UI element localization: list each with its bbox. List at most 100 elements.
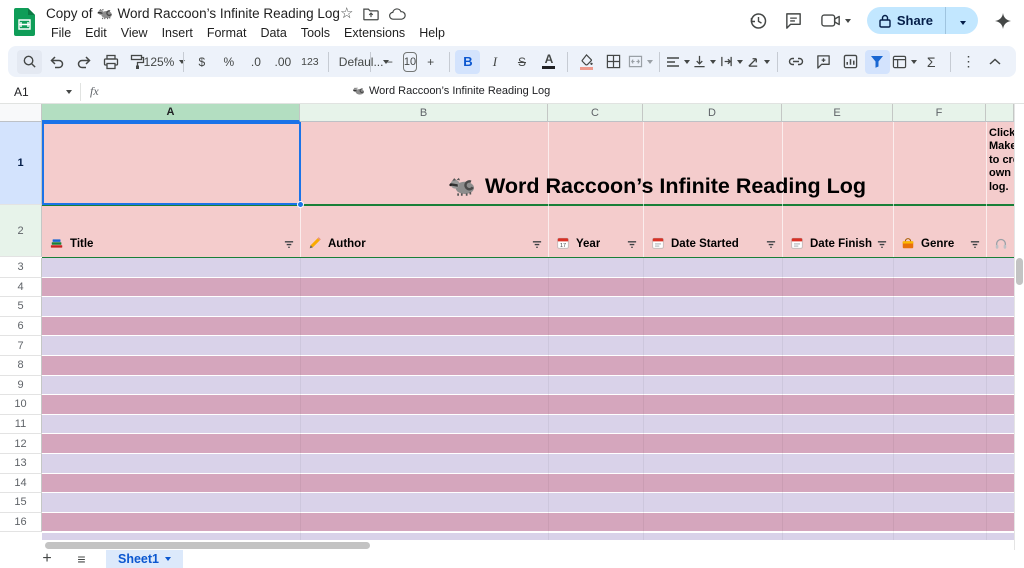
- redo-icon[interactable]: [71, 50, 96, 74]
- font-select[interactable]: Defaul...: [335, 50, 365, 74]
- insert-comment-icon[interactable]: [811, 50, 836, 74]
- row-header-8[interactable]: 8: [0, 356, 42, 376]
- row-header-15[interactable]: 15: [0, 493, 42, 513]
- data-row-4[interactable]: [42, 278, 1014, 297]
- all-sheets-icon[interactable]: ≡: [70, 551, 92, 567]
- header-cell-year[interactable]: 17Year: [548, 206, 643, 257]
- percent-button[interactable]: %: [216, 50, 241, 74]
- share-dropdown[interactable]: [952, 12, 974, 30]
- data-row-10[interactable]: [42, 395, 1014, 414]
- text-rotate-icon[interactable]: [746, 50, 771, 74]
- row-header-10[interactable]: 10: [0, 395, 42, 415]
- zoom-select[interactable]: 125%: [152, 50, 177, 74]
- gemini-sparkle-icon[interactable]: [992, 10, 1014, 32]
- text-wrap-icon[interactable]: [719, 50, 744, 74]
- sheet-tab-sheet1[interactable]: Sheet1: [106, 550, 183, 568]
- row-header-14[interactable]: 14: [0, 474, 42, 494]
- filter-views-icon[interactable]: [892, 50, 917, 74]
- column-header-D[interactable]: D: [643, 104, 782, 122]
- print-icon[interactable]: [98, 50, 123, 74]
- data-row-17-partial[interactable]: [42, 533, 1014, 540]
- move-folder-icon[interactable]: [363, 7, 379, 21]
- insert-chart-icon[interactable]: [838, 50, 863, 74]
- header-cell-fo[interactable]: Fo: [986, 206, 1014, 257]
- filter-button-icon[interactable]: [876, 239, 888, 250]
- header-cell-date-started[interactable]: Date Started: [643, 206, 782, 257]
- column-header-g[interactable]: [986, 104, 1014, 122]
- row-header-9[interactable]: 9: [0, 376, 42, 396]
- menu-insert[interactable]: Insert: [155, 24, 200, 42]
- cloud-saved-icon[interactable]: [389, 8, 406, 21]
- menu-view[interactable]: View: [114, 24, 155, 42]
- column-header-F[interactable]: F: [893, 104, 986, 122]
- data-row-3[interactable]: [42, 258, 1014, 277]
- increase-decimal-button[interactable]: .00: [270, 50, 295, 74]
- borders-icon[interactable]: [601, 50, 626, 74]
- row-header-2[interactable]: 2: [0, 205, 42, 257]
- decrease-font-size-button[interactable]: −: [377, 50, 402, 74]
- fill-color-icon[interactable]: [574, 50, 599, 74]
- column-header-E[interactable]: E: [782, 104, 893, 122]
- row-header-12[interactable]: 12: [0, 434, 42, 454]
- spreadsheet-grid[interactable]: ABCDEF 12345678910111213141516 Word Racc…: [0, 104, 1024, 550]
- column-header-A[interactable]: A: [42, 104, 300, 122]
- header-cell-genre[interactable]: Genre: [893, 206, 986, 257]
- font-size-input[interactable]: 10: [403, 52, 417, 72]
- currency-button[interactable]: $: [189, 50, 214, 74]
- menu-format[interactable]: Format: [200, 24, 254, 42]
- vertical-scrollbar-thumb[interactable]: [1016, 258, 1023, 285]
- column-header-B[interactable]: B: [300, 104, 548, 122]
- data-row-13[interactable]: [42, 454, 1014, 473]
- formula-bar-value[interactable]: Word Raccoon’s Infinite Reading Log: [352, 85, 550, 97]
- row-header-13[interactable]: 13: [0, 454, 42, 474]
- menu-extensions[interactable]: Extensions: [337, 24, 412, 42]
- functions-button[interactable]: Σ: [919, 50, 944, 74]
- menu-tools[interactable]: Tools: [294, 24, 337, 42]
- column-header-C[interactable]: C: [548, 104, 643, 122]
- menu-edit[interactable]: Edit: [78, 24, 114, 42]
- undo-icon[interactable]: [44, 50, 69, 74]
- filter-button-icon[interactable]: [765, 239, 777, 250]
- menu-help[interactable]: Help: [412, 24, 452, 42]
- header-cell-author[interactable]: Author: [300, 206, 548, 257]
- data-row-15[interactable]: [42, 493, 1014, 512]
- sheet-title-cell[interactable]: Word Raccoon’s Infinite Reading Log: [300, 170, 1014, 202]
- row-header-16[interactable]: 16: [0, 513, 42, 533]
- data-row-9[interactable]: [42, 376, 1014, 395]
- search-icon[interactable]: [17, 50, 42, 74]
- row-header-6[interactable]: 6: [0, 317, 42, 337]
- menu-data[interactable]: Data: [253, 24, 293, 42]
- data-row-11[interactable]: [42, 415, 1014, 434]
- data-row-5[interactable]: [42, 297, 1014, 316]
- filter-button-icon[interactable]: [626, 239, 638, 250]
- history-icon[interactable]: [747, 10, 769, 32]
- data-row-14[interactable]: [42, 474, 1014, 493]
- filter-button-icon[interactable]: [283, 239, 295, 250]
- row-header-1[interactable]: 1: [0, 122, 42, 205]
- strikethrough-button[interactable]: S: [509, 50, 534, 74]
- video-call-icon[interactable]: [819, 10, 853, 32]
- document-title[interactable]: Copy of Word Raccoon’s Infinite Reading …: [46, 6, 340, 21]
- italic-button[interactable]: I: [482, 50, 507, 74]
- more-options-icon[interactable]: ⋮: [956, 50, 981, 74]
- add-sheet-button[interactable]: +: [36, 550, 58, 568]
- filter-icon[interactable]: [865, 50, 890, 74]
- filter-button-icon[interactable]: [531, 239, 543, 250]
- hide-toolbar-icon[interactable]: [982, 50, 1007, 74]
- link-icon[interactable]: [784, 50, 809, 74]
- fill-handle[interactable]: [297, 201, 304, 208]
- text-color-button[interactable]: A: [536, 50, 561, 74]
- data-row-8[interactable]: [42, 356, 1014, 375]
- bold-button[interactable]: B: [455, 50, 480, 74]
- vertical-scrollbar[interactable]: [1014, 104, 1024, 550]
- star-icon[interactable]: ☆: [340, 6, 353, 22]
- instructions-cell[interactable]: ClickMaketo creown rlog.: [989, 127, 1014, 194]
- header-cell-date-finished[interactable]: Date Finished: [782, 206, 893, 257]
- sheets-logo-icon[interactable]: [14, 8, 35, 36]
- name-box[interactable]: A1: [10, 82, 72, 102]
- number-format-button[interactable]: 123: [297, 50, 322, 74]
- vertical-align-icon[interactable]: [692, 50, 717, 74]
- row-header-5[interactable]: 5: [0, 297, 42, 317]
- comment-icon[interactable]: [783, 10, 805, 32]
- row-header-7[interactable]: 7: [0, 336, 42, 356]
